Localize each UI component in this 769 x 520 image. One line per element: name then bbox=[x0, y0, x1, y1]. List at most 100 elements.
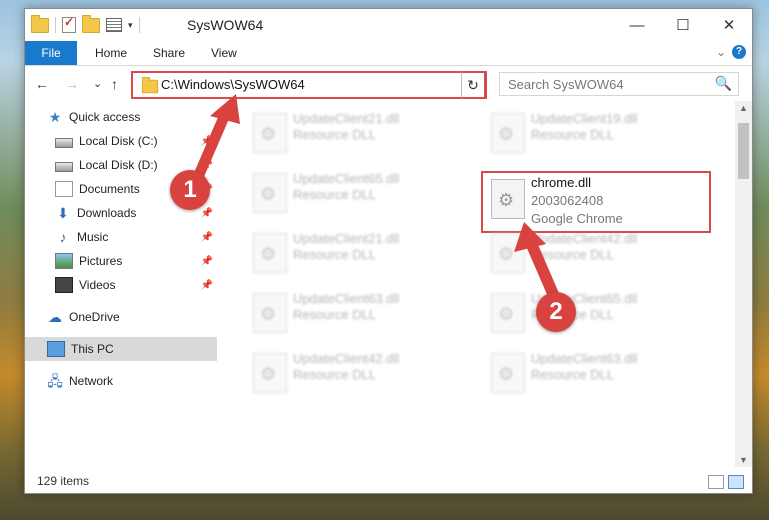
sidebar-item-pictures[interactable]: Pictures 📌 bbox=[25, 249, 217, 273]
sidebar-item-videos[interactable]: Videos 📌 bbox=[25, 273, 217, 297]
sidebar-item-label: Music bbox=[77, 230, 109, 244]
folder-icon bbox=[141, 77, 159, 94]
sidebar-item-label: This PC bbox=[71, 342, 114, 356]
tab-home[interactable]: Home bbox=[95, 41, 127, 65]
pc-icon bbox=[47, 341, 65, 357]
dll-file-icon bbox=[491, 233, 525, 273]
file-item[interactable]: UpdateClient42.dll Resource DLL bbox=[483, 227, 713, 281]
sidebar-item-label: Local Disk (C:) bbox=[79, 134, 158, 148]
file-name: UpdateClient63.dll bbox=[293, 291, 400, 306]
file-item[interactable]: UpdateClient21.dll Resource DLL bbox=[245, 227, 475, 281]
quick-access-toolbar: ▾ bbox=[31, 14, 140, 33]
title-bar: ▾ SysWOW64 — ☐ ✕ bbox=[25, 9, 752, 41]
file-name: UpdateClient21.dll bbox=[293, 231, 400, 246]
dll-file-icon bbox=[491, 293, 525, 333]
window-controls: — ☐ ✕ bbox=[614, 9, 752, 41]
explorer-window: ▾ SysWOW64 — ☐ ✕ File Home Share View ⌄ … bbox=[24, 8, 753, 494]
file-item[interactable]: UpdateClient63.dll Resource DLL bbox=[245, 287, 475, 341]
sidebar-item-onedrive[interactable]: ☁ OneDrive bbox=[25, 305, 217, 329]
file-type: Resource DLL bbox=[531, 247, 615, 262]
sidebar-item-quick-access[interactable]: ★ Quick access bbox=[25, 105, 217, 129]
pin-icon: 📌 bbox=[200, 135, 213, 147]
drive-icon bbox=[55, 137, 73, 148]
sidebar-item-this-pc[interactable]: This PC bbox=[25, 337, 217, 361]
pictures-icon bbox=[55, 253, 73, 269]
pin-icon: 📌 bbox=[200, 207, 213, 219]
file-name: UpdateClient42.dll bbox=[531, 231, 638, 246]
view-options-icon[interactable] bbox=[106, 18, 122, 32]
up-button[interactable]: ↑ bbox=[111, 76, 118, 92]
dll-file-icon bbox=[491, 353, 525, 393]
details-view-icon[interactable] bbox=[708, 475, 724, 489]
search-icon[interactable]: 🔍 bbox=[715, 75, 732, 92]
file-item[interactable]: UpdateClient21.dll Resource DLL bbox=[245, 107, 475, 161]
drive-icon bbox=[55, 161, 73, 172]
file-type: Resource DLL bbox=[293, 127, 377, 142]
navigation-bar: ← → ⌄ ↑ C:\Windows\SysWOW64 ⌄ ↻ Search S… bbox=[25, 67, 752, 101]
file-item[interactable]: UpdateClient19.dll Resource DLL bbox=[483, 107, 713, 161]
pin-icon: 📌 bbox=[200, 279, 213, 291]
sidebar-item-label: Downloads bbox=[77, 206, 137, 220]
address-bar[interactable]: C:\Windows\SysWOW64 ⌄ bbox=[131, 71, 487, 99]
sidebar-item-label: Quick access bbox=[69, 110, 141, 124]
tab-view[interactable]: View bbox=[211, 41, 237, 65]
recent-locations-button[interactable]: ⌄ bbox=[93, 77, 102, 90]
sidebar-item-label: Documents bbox=[79, 182, 140, 196]
vertical-scrollbar[interactable]: ▲ ▼ bbox=[735, 101, 752, 467]
divider bbox=[138, 17, 140, 33]
large-icons-view-icon[interactable] bbox=[728, 475, 744, 489]
file-item[interactable]: UpdateClient65.dll Resource DLL bbox=[245, 167, 475, 221]
sidebar-item-network[interactable]: 🖧 Network bbox=[25, 369, 217, 393]
scroll-down-icon[interactable]: ▼ bbox=[739, 455, 748, 465]
ribbon-tabs: File Home Share View ⌄ ? bbox=[25, 41, 752, 66]
item-count: 129 items bbox=[37, 474, 90, 488]
close-button[interactable]: ✕ bbox=[706, 9, 752, 41]
dll-file-icon bbox=[253, 173, 287, 213]
window-title: SysWOW64 bbox=[187, 17, 264, 33]
file-list: UpdateClient21.dll Resource DLL UpdateCl… bbox=[225, 105, 733, 469]
file-item[interactable]: UpdateClient65.dll Resource DLL bbox=[483, 287, 713, 341]
file-type: Resource DLL bbox=[293, 187, 377, 202]
file-item[interactable]: UpdateClient42.dll Resource DLL bbox=[245, 347, 475, 401]
documents-icon bbox=[55, 181, 73, 197]
pin-icon: 📌 bbox=[200, 231, 213, 243]
sidebar-item-label: OneDrive bbox=[69, 310, 120, 324]
file-type: Resource DLL bbox=[531, 127, 615, 142]
search-input[interactable]: Search SysWOW64 🔍 bbox=[499, 72, 739, 96]
sidebar-item-music[interactable]: ♪ Music 📌 bbox=[25, 225, 217, 249]
status-bar: 129 items bbox=[25, 469, 752, 493]
sidebar-item-local-disk-c[interactable]: Local Disk (C:) 📌 bbox=[25, 129, 217, 153]
dll-file-icon bbox=[253, 353, 287, 393]
divider bbox=[55, 17, 56, 33]
file-name: UpdateClient63.dll bbox=[531, 351, 638, 366]
dll-file-icon bbox=[253, 293, 287, 333]
tab-file[interactable]: File bbox=[25, 41, 77, 65]
sidebar-item-label: Pictures bbox=[79, 254, 123, 268]
minimize-button[interactable]: — bbox=[614, 9, 660, 41]
forward-button[interactable]: → bbox=[65, 76, 79, 92]
help-icon[interactable]: ? bbox=[732, 45, 746, 59]
cloud-icon: ☁ bbox=[48, 309, 62, 325]
customize-toolbar-icon[interactable]: ▾ bbox=[128, 20, 133, 31]
maximize-button[interactable]: ☐ bbox=[660, 9, 706, 41]
file-name: UpdateClient65.dll bbox=[293, 171, 400, 186]
back-button[interactable]: ← bbox=[35, 76, 49, 92]
properties-icon[interactable] bbox=[62, 15, 76, 33]
pin-icon: 📌 bbox=[200, 255, 213, 267]
folder-icon bbox=[31, 14, 49, 33]
scroll-up-icon[interactable]: ▲ bbox=[739, 103, 748, 113]
pin-icon: 📌 bbox=[200, 159, 213, 171]
scrollbar-thumb[interactable] bbox=[738, 123, 749, 179]
expand-ribbon-icon[interactable]: ⌄ bbox=[716, 45, 726, 59]
chrome-dll-highlight bbox=[481, 171, 711, 233]
network-icon: 🖧 bbox=[47, 373, 63, 389]
new-folder-icon[interactable] bbox=[82, 14, 100, 33]
sidebar-item-label: Network bbox=[69, 374, 114, 388]
file-name: UpdateClient19.dll bbox=[531, 111, 638, 126]
address-path[interactable]: C:\Windows\SysWOW64 bbox=[161, 77, 305, 92]
dll-file-icon bbox=[253, 233, 287, 273]
file-item[interactable]: UpdateClient63.dll Resource DLL bbox=[483, 347, 713, 401]
step-marker-2: 2 bbox=[536, 292, 576, 332]
tab-share[interactable]: Share bbox=[153, 41, 185, 65]
refresh-button[interactable]: ↻ bbox=[461, 71, 486, 99]
